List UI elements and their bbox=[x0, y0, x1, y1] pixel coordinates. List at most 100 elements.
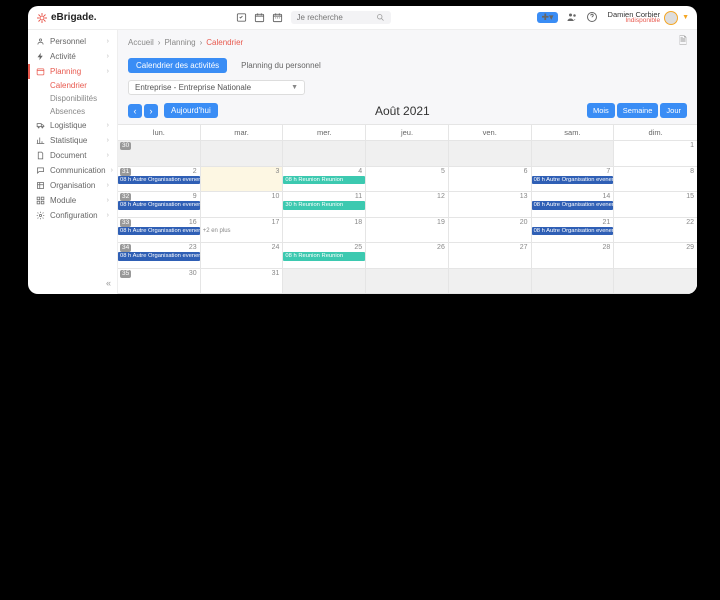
calendar-week-icon[interactable] bbox=[272, 12, 283, 23]
collapse-sidebar-icon[interactable]: « bbox=[106, 278, 111, 288]
calendar-day-cell[interactable]: 28 bbox=[532, 243, 615, 268]
calendar-day-cell[interactable] bbox=[283, 269, 366, 294]
calendar-day-cell[interactable]: 17+2 en plus bbox=[201, 218, 284, 243]
calendar-day-cell[interactable]: 8 bbox=[614, 167, 697, 192]
sidebar-item-statistique[interactable]: Statistique› bbox=[28, 133, 117, 148]
calendar-day-cell[interactable]: 6 bbox=[449, 167, 532, 192]
brand-icon bbox=[36, 12, 48, 24]
sidebar-item-communication[interactable]: Communication› bbox=[28, 163, 117, 178]
calendar-day-cell[interactable]: 3530 bbox=[118, 269, 201, 294]
calendar-day-cell[interactable] bbox=[283, 141, 366, 166]
calendar-event[interactable]: 08 h Autre Organisation evenement 1 bbox=[118, 227, 200, 236]
calendar-day-cell[interactable]: 22 bbox=[614, 218, 697, 243]
calendar-day-cell[interactable]: 3 bbox=[201, 167, 284, 192]
next-button[interactable]: › bbox=[144, 104, 158, 118]
tab-calendar-activities[interactable]: Calendrier des activités bbox=[128, 58, 227, 73]
brand-logo[interactable]: eBrigade. bbox=[36, 12, 97, 24]
user-menu[interactable]: Damien Corbier Indisponible ▼ bbox=[608, 11, 689, 25]
calendar-event[interactable]: 08 h Autre Organisation evenement 1 bbox=[532, 201, 614, 210]
add-button[interactable]: ✚▾ bbox=[537, 12, 557, 23]
sidebar-item-label: Activité bbox=[50, 52, 76, 61]
breadcrumb-item[interactable]: Accueil bbox=[128, 38, 154, 47]
caret-down-icon: ▼ bbox=[291, 84, 298, 91]
day-number: 6 bbox=[524, 168, 528, 175]
calendar-day-cell[interactable] bbox=[201, 141, 284, 166]
search-box[interactable] bbox=[291, 11, 391, 24]
doc-icon[interactable]: 🗎 bbox=[679, 34, 687, 51]
calendar-day-cell[interactable]: 5 bbox=[366, 167, 449, 192]
calendar-day-cell[interactable]: 1 bbox=[614, 141, 697, 166]
calendar-event[interactable]: 08 h Autre Organisation evenement 1 bbox=[118, 252, 200, 261]
calendar-day-icon[interactable] bbox=[254, 12, 265, 23]
prev-button[interactable]: ‹ bbox=[128, 104, 142, 118]
calendar-day-cell[interactable] bbox=[449, 141, 532, 166]
breadcrumb-item: Calendrier bbox=[206, 38, 243, 47]
day-number: 10 bbox=[272, 193, 280, 200]
calendar-event[interactable]: 08 h Autre Organisation evenement 1 bbox=[532, 176, 614, 185]
user-status-text: Indisponible bbox=[608, 18, 661, 25]
calendar-day-cell[interactable]: 1130 h Reunion Reunion bbox=[283, 192, 366, 217]
sidebar-item-personnel[interactable]: Personnel› bbox=[28, 34, 117, 49]
sidebar-item-logistique[interactable]: Logistique› bbox=[28, 118, 117, 133]
calendar-day-cell[interactable]: 20 bbox=[449, 218, 532, 243]
calendar-day-cell[interactable]: 31 bbox=[201, 269, 284, 294]
calendar-day-cell[interactable]: 2508 h Reunion Reunion bbox=[283, 243, 366, 268]
breadcrumb-item[interactable]: Planning bbox=[164, 38, 195, 47]
day-number: 24 bbox=[272, 244, 280, 251]
calendar-day-cell[interactable]: 19 bbox=[366, 218, 449, 243]
view-day-button[interactable]: Jour bbox=[660, 103, 687, 118]
calendar-day-cell[interactable] bbox=[532, 141, 615, 166]
checklist-icon[interactable] bbox=[236, 12, 247, 23]
calendar-day-cell[interactable]: 32908 h Autre Organisation evenement 1 bbox=[118, 192, 201, 217]
calendar-day-cell[interactable]: 30 bbox=[118, 141, 201, 166]
calendar-event[interactable]: 08 h Autre Organisation evenement 1 bbox=[118, 201, 200, 210]
users-icon[interactable] bbox=[566, 11, 578, 25]
calendar-event[interactable]: 08 h Autre Organisation evenement 1 bbox=[118, 176, 200, 185]
more-events-link[interactable]: +2 en plus bbox=[203, 228, 283, 234]
view-week-button[interactable]: Semaine bbox=[617, 103, 659, 118]
entity-dropdown[interactable]: Entreprise - Entreprise Nationale ▼ bbox=[128, 80, 305, 95]
calendar-day-cell[interactable]: 331608 h Autre Organisation evenement 1 bbox=[118, 218, 201, 243]
calendar-dow-row: lun.mar.mer.jeu.ven.sam.dim. bbox=[118, 125, 697, 141]
calendar-day-cell[interactable]: 408 h Reunion Reunion bbox=[283, 167, 366, 192]
sidebar-sub-calendrier[interactable]: Calendrier bbox=[28, 79, 117, 92]
calendar-day-cell[interactable]: 1408 h Autre Organisation evenement 1 bbox=[532, 192, 615, 217]
calendar-event[interactable]: 08 h Reunion Reunion bbox=[283, 176, 365, 185]
calendar-event[interactable]: 30 h Reunion Reunion bbox=[283, 201, 365, 210]
calendar-day-cell[interactable] bbox=[532, 269, 615, 294]
calendar-day-cell[interactable]: 18 bbox=[283, 218, 366, 243]
sidebar-item-planning[interactable]: Planning› bbox=[28, 64, 117, 79]
calendar-event[interactable]: 08 h Autre Organisation evenement 1 bbox=[532, 227, 614, 236]
tab-planning-personnel[interactable]: Planning du personnel bbox=[233, 58, 329, 73]
calendar-day-cell[interactable]: 2108 h Autre Organisation evenement 1 bbox=[532, 218, 615, 243]
calendar-day-cell[interactable]: 29 bbox=[614, 243, 697, 268]
calendar-day-cell[interactable]: 24 bbox=[201, 243, 284, 268]
calendar-day-cell[interactable]: 10 bbox=[201, 192, 284, 217]
calendar-day-cell[interactable]: 13 bbox=[449, 192, 532, 217]
sidebar-item-configuration[interactable]: Configuration› bbox=[28, 208, 117, 223]
topbar-right-icons: ✚▾ bbox=[537, 11, 597, 25]
calendar-day-cell[interactable]: 708 h Autre Organisation evenement 1 bbox=[532, 167, 615, 192]
sidebar-item-module[interactable]: Module› bbox=[28, 193, 117, 208]
calendar-day-cell[interactable]: 12 bbox=[366, 192, 449, 217]
sidebar-item-activité[interactable]: Activité› bbox=[28, 49, 117, 64]
sidebar-item-document[interactable]: Document› bbox=[28, 148, 117, 163]
calendar-day-cell[interactable] bbox=[449, 269, 532, 294]
sidebar-sub-absences[interactable]: Absences bbox=[28, 105, 117, 118]
calendar-day-cell[interactable]: 27 bbox=[449, 243, 532, 268]
calendar-day-cell[interactable]: 26 bbox=[366, 243, 449, 268]
calendar-event[interactable]: 08 h Reunion Reunion bbox=[283, 252, 365, 261]
calendar-day-cell[interactable]: 342308 h Autre Organisation evenement 1 bbox=[118, 243, 201, 268]
sidebar-sub-disponibilités[interactable]: Disponibilités bbox=[28, 92, 117, 105]
day-number: 29 bbox=[686, 244, 694, 251]
view-month-button[interactable]: Mois bbox=[587, 103, 615, 118]
sidebar-item-organisation[interactable]: Organisation› bbox=[28, 178, 117, 193]
search-input[interactable] bbox=[297, 13, 376, 22]
calendar-day-cell[interactable] bbox=[614, 269, 697, 294]
calendar-day-cell[interactable] bbox=[366, 269, 449, 294]
calendar-day-cell[interactable]: 31208 h Autre Organisation evenement 1 bbox=[118, 167, 201, 192]
today-button[interactable]: Aujourd'hui bbox=[164, 103, 218, 118]
calendar-day-cell[interactable]: 15 bbox=[614, 192, 697, 217]
calendar-day-cell[interactable] bbox=[366, 141, 449, 166]
help-icon[interactable] bbox=[586, 11, 598, 25]
